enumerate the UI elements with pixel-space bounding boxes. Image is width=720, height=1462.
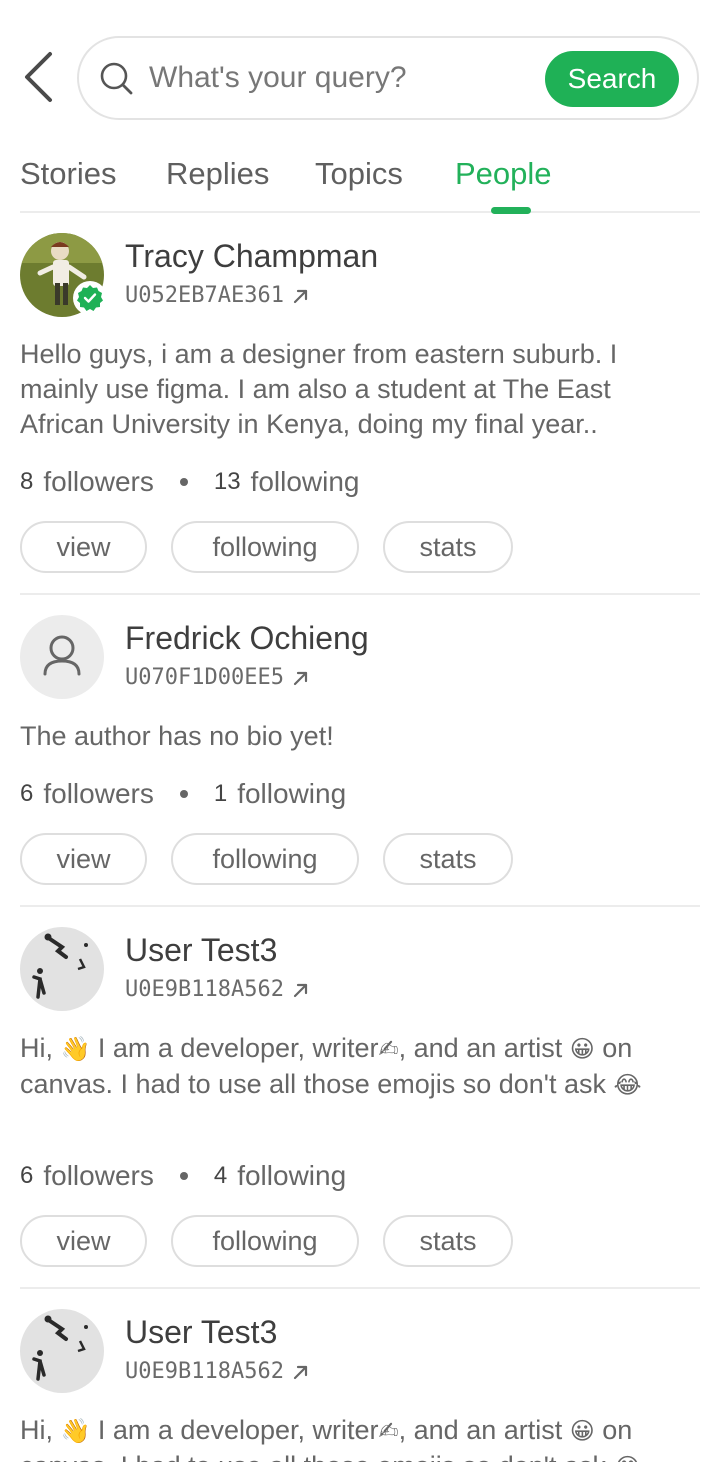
search-input[interactable]	[149, 61, 529, 95]
grinning-face-icon: 😀	[569, 1417, 595, 1445]
external-arrow-icon	[292, 981, 310, 999]
user-id-link[interactable]: U0E9B118A562	[125, 1359, 310, 1384]
verified-badge-icon	[73, 281, 107, 315]
search-icon	[99, 60, 135, 96]
person-card: Tracy Champman U052EB7AE361 Hello guys, …	[20, 233, 700, 578]
bio-text: , and an artist	[398, 1415, 570, 1445]
view-button[interactable]: view	[20, 1215, 147, 1267]
divider	[20, 1287, 700, 1289]
waving-hand-icon: 👋	[60, 1035, 91, 1063]
follow-stats: 6 followers 1 following	[20, 778, 346, 810]
following-count: 13	[213, 468, 241, 495]
followers-count: 8	[20, 468, 34, 495]
avatar[interactable]	[20, 1309, 104, 1393]
user-id-link[interactable]: U0E9B118A562	[125, 977, 310, 1002]
tab-stories[interactable]: Stories	[20, 156, 116, 192]
avatar[interactable]	[20, 615, 104, 699]
following-button[interactable]: following	[171, 833, 359, 885]
search-button[interactable]: Search	[545, 51, 679, 107]
view-button[interactable]: view	[20, 833, 147, 885]
divider	[20, 905, 700, 907]
stats-button[interactable]: stats	[383, 1215, 513, 1267]
person-bio: Hi, 👋 I am a developer, writer✍, and an …	[20, 1031, 700, 1103]
following-count: 1	[213, 780, 228, 807]
chevron-left-icon	[25, 52, 52, 102]
person-card: User Test3 U0E9B118A562 Hi, 👋 I am a dev…	[20, 1309, 700, 1462]
user-id: U070F1D00EE5	[125, 665, 284, 690]
user-id-link[interactable]: U052EB7AE361	[125, 283, 310, 308]
following-label: following	[237, 778, 347, 809]
person-bio: The author has no bio yet!	[20, 721, 334, 751]
person-name[interactable]: Fredrick Ochieng	[125, 620, 369, 657]
user-placeholder-icon	[43, 635, 81, 676]
tab-bar: Stories Replies Topics People	[20, 150, 700, 214]
person-card: Fredrick Ochieng U070F1D00EE5 The author…	[20, 615, 700, 885]
external-arrow-icon	[292, 669, 310, 687]
view-button[interactable]: view	[20, 521, 147, 573]
followers-label: followers	[43, 466, 154, 497]
separator-dot	[179, 790, 188, 798]
following-button[interactable]: following	[171, 521, 359, 573]
avatar[interactable]	[20, 927, 104, 1011]
user-id: U0E9B118A562	[125, 1359, 284, 1384]
user-id: U0E9B118A562	[125, 977, 284, 1002]
tears-of-joy-icon: 😂	[614, 1453, 642, 1462]
tab-topics[interactable]: Topics	[315, 156, 403, 192]
follow-stats: 6 followers 4 following	[20, 1160, 346, 1192]
following-count: 4	[213, 1162, 228, 1189]
followers-count: 6	[20, 780, 34, 807]
following-button[interactable]: following	[171, 1215, 359, 1267]
person-name[interactable]: User Test3	[125, 1314, 277, 1351]
person-name[interactable]: Tracy Champman	[125, 238, 378, 275]
active-tab-indicator	[491, 207, 531, 214]
separator-dot	[179, 478, 188, 486]
person-card: User Test3 U0E9B118A562 Hi, 👋 I am a dev…	[20, 927, 700, 1272]
stats-button[interactable]: stats	[383, 521, 513, 573]
user-id-link[interactable]: U070F1D00EE5	[125, 665, 310, 690]
tab-people[interactable]: People	[455, 156, 552, 192]
bio-text: Hi,	[20, 1415, 61, 1445]
follow-stats: 8 followers 13 following	[20, 466, 360, 498]
following-label: following	[237, 1160, 347, 1191]
top-bar: Search	[0, 0, 720, 150]
bio-text: , and an artist	[398, 1033, 570, 1063]
tears-of-joy-icon: 😂	[613, 1071, 642, 1099]
followers-label: followers	[43, 1160, 154, 1191]
bio-text: I am a developer, writer	[90, 1033, 379, 1063]
bio-text: I am a developer, writer	[90, 1415, 379, 1445]
search-bar: Search	[77, 36, 699, 120]
user-id: U052EB7AE361	[125, 283, 284, 308]
writing-hand-icon: ✍	[378, 1417, 399, 1445]
person-name[interactable]: User Test3	[125, 932, 277, 969]
following-label: following	[250, 466, 360, 497]
followers-count: 6	[20, 1162, 34, 1189]
followers-label: followers	[43, 778, 154, 809]
tab-replies[interactable]: Replies	[166, 156, 269, 192]
person-bio: Hello guys, i am a designer from eastern…	[20, 339, 618, 439]
separator-dot	[179, 1172, 188, 1180]
stats-button[interactable]: stats	[383, 833, 513, 885]
back-button[interactable]	[18, 50, 58, 104]
external-arrow-icon	[292, 287, 310, 305]
external-arrow-icon	[292, 1363, 310, 1381]
divider	[20, 593, 700, 595]
writing-hand-icon: ✍	[378, 1035, 399, 1063]
bio-text: Hi,	[20, 1033, 61, 1063]
person-bio: Hi, 👋 I am a developer, writer✍, and an …	[20, 1413, 700, 1462]
waving-hand-icon: 👋	[60, 1417, 91, 1445]
grinning-face-icon: 😀	[569, 1035, 595, 1063]
